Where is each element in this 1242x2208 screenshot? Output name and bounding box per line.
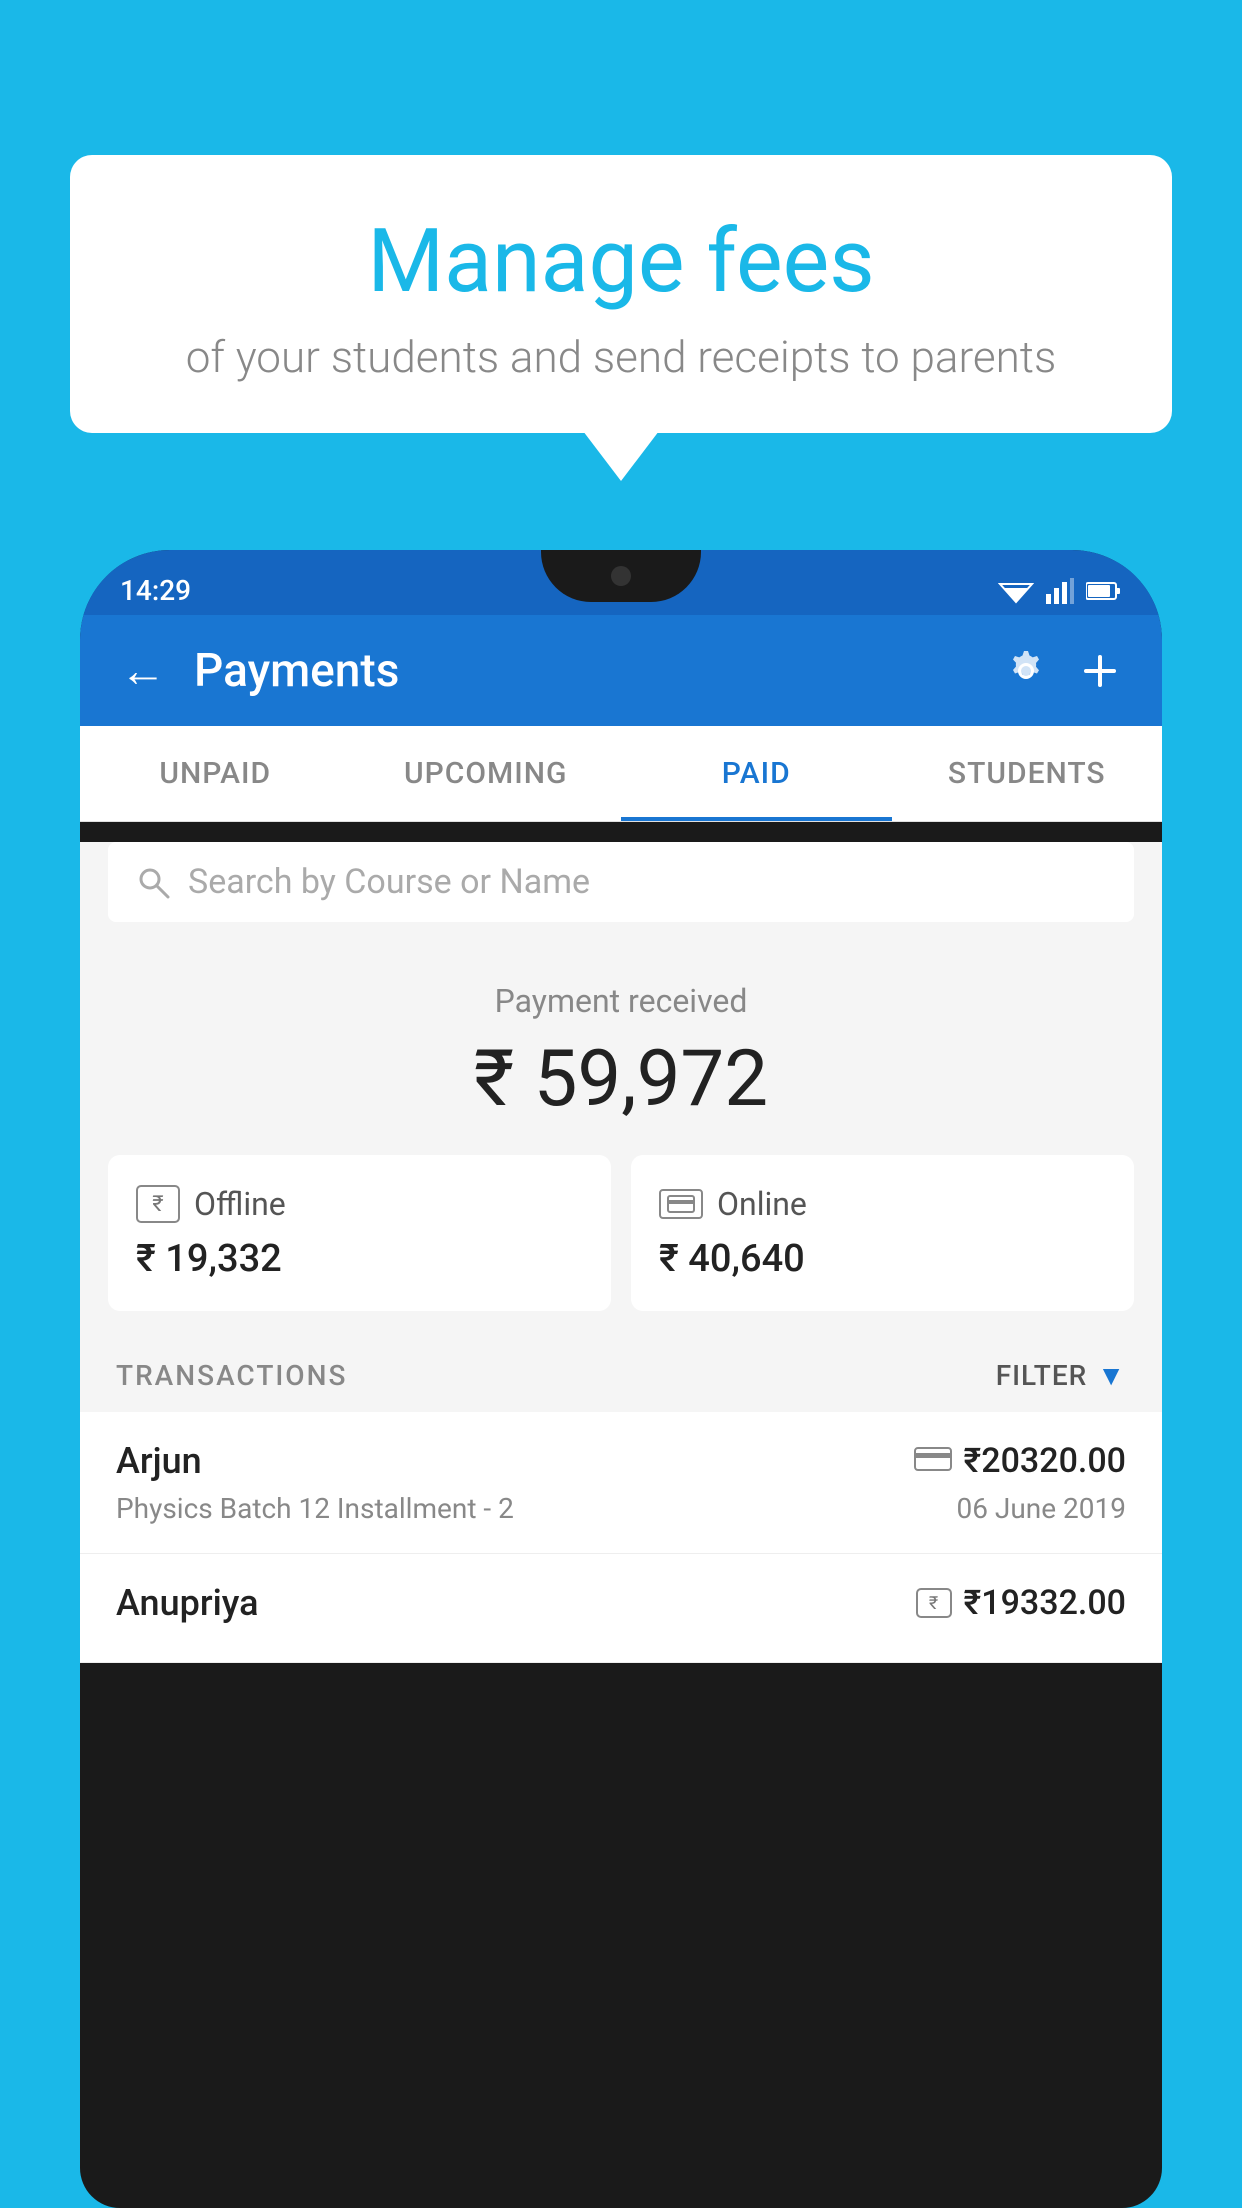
app-header-left: ← Payments	[120, 643, 399, 698]
table-row[interactable]: Anupriya ₹ ₹19332.00	[80, 1554, 1162, 1663]
battery-icon	[1086, 581, 1122, 601]
online-payment-card: Online ₹ 40,640	[631, 1155, 1134, 1311]
status-time: 14:29	[120, 574, 191, 607]
tab-students[interactable]: STUDENTS	[892, 726, 1163, 821]
tabs: UNPAID UPCOMING PAID STUDENTS	[80, 726, 1162, 822]
online-card-label: Online	[717, 1185, 807, 1223]
online-card-amount: ₹ 40,640	[659, 1237, 1106, 1281]
search-input-placeholder[interactable]: Search by Course or Name	[188, 862, 590, 902]
offline-card-header: ₹ Offline	[136, 1185, 583, 1223]
transaction-sub: Physics Batch 12 Installment - 2	[116, 1492, 514, 1525]
screen-content: Search by Course or Name Payment receive…	[80, 842, 1162, 1663]
table-row[interactable]: Arjun ₹20320.00 Physics Batch 12 Install…	[80, 1412, 1162, 1554]
app-header: ← Payments	[80, 615, 1162, 726]
transaction-amount: ₹19332.00	[964, 1583, 1126, 1623]
transaction-top: Anupriya ₹ ₹19332.00	[116, 1582, 1126, 1624]
tab-paid[interactable]: PAID	[621, 726, 892, 821]
phone-top: 14:29	[80, 550, 1162, 615]
back-button[interactable]: ←	[120, 643, 166, 698]
transaction-amount: ₹20320.00	[964, 1441, 1126, 1481]
filter-label: FILTER	[996, 1359, 1088, 1392]
search-icon	[136, 865, 170, 899]
notch	[541, 550, 701, 602]
phone-frame: 14:29	[80, 550, 1162, 2208]
filter-icon: ▼	[1097, 1359, 1126, 1392]
tab-upcoming[interactable]: UPCOMING	[351, 726, 622, 821]
bubble-subtitle: of your students and send receipts to pa…	[130, 331, 1112, 383]
rupee-payment-icon: ₹	[916, 1588, 952, 1618]
signal-icon	[1046, 578, 1074, 604]
transaction-name: Arjun	[116, 1440, 202, 1482]
card-payment-icon	[914, 1447, 952, 1475]
gear-icon[interactable]	[1004, 649, 1048, 693]
transaction-amount-wrap: ₹20320.00	[914, 1441, 1126, 1481]
online-card-header: Online	[659, 1185, 1106, 1223]
tab-unpaid[interactable]: UNPAID	[80, 726, 351, 821]
app-title: Payments	[194, 644, 399, 698]
transaction-name: Anupriya	[116, 1582, 259, 1624]
card-icon	[659, 1189, 703, 1219]
camera-dot	[611, 566, 631, 586]
payment-cards: ₹ Offline ₹ 19,332 Online ₹ 40,640	[108, 1155, 1134, 1311]
wifi-icon	[998, 578, 1034, 604]
plus-icon[interactable]	[1078, 649, 1122, 693]
transactions-label: TRANSACTIONS	[116, 1359, 347, 1392]
search-bar[interactable]: Search by Course or Name	[108, 842, 1134, 922]
speech-bubble: Manage fees of your students and send re…	[70, 155, 1172, 433]
app-header-right	[1004, 649, 1122, 693]
offline-payment-card: ₹ Offline ₹ 19,332	[108, 1155, 611, 1311]
transactions-header: TRANSACTIONS FILTER ▼	[80, 1335, 1162, 1412]
payment-received-label: Payment received	[108, 982, 1134, 1020]
transaction-amount-wrap: ₹ ₹19332.00	[916, 1583, 1126, 1623]
transaction-top: Arjun ₹20320.00	[116, 1440, 1126, 1482]
filter-button[interactable]: FILTER ▼	[996, 1359, 1126, 1392]
offline-card-amount: ₹ 19,332	[136, 1237, 583, 1281]
transaction-bottom: Physics Batch 12 Installment - 2 06 June…	[116, 1492, 1126, 1525]
transaction-date: 06 June 2019	[956, 1492, 1126, 1525]
payment-total-amount: ₹ 59,972	[108, 1034, 1134, 1125]
offline-card-label: Offline	[194, 1185, 286, 1223]
bubble-title: Manage fees	[130, 210, 1112, 313]
status-icons	[998, 578, 1122, 604]
rupee-icon: ₹	[136, 1185, 180, 1223]
payment-summary: Payment received ₹ 59,972	[80, 942, 1162, 1155]
transactions-list: Arjun ₹20320.00 Physics Batch 12 Install…	[80, 1412, 1162, 1663]
